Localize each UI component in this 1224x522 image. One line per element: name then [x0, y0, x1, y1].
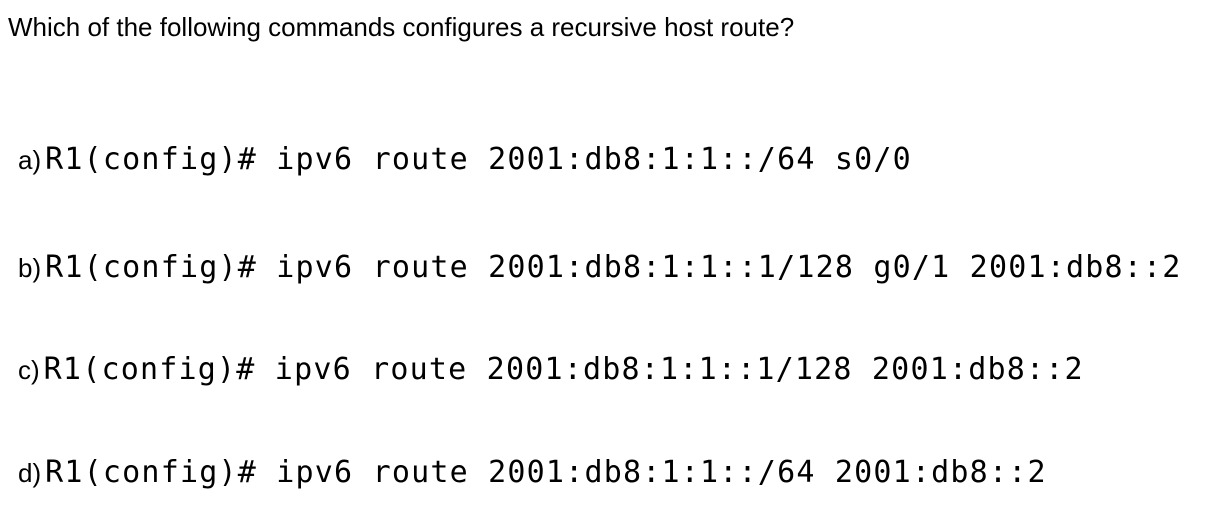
- option-a: a) R1(config)# ipv6 route 2001:db8:1:1::…: [18, 140, 912, 185]
- option-command: R1(config)# ipv6 route 2001:db8:1:1::1/1…: [43, 352, 1084, 387]
- option-command: R1(config)# ipv6 route 2001:db8:1:1::/64…: [45, 455, 1047, 490]
- option-letter: a): [18, 145, 42, 175]
- option-c: c) R1(config)# ipv6 route 2001:db8:1:1::…: [18, 350, 1084, 395]
- option-letter: d): [18, 458, 42, 488]
- option-command: R1(config)# ipv6 route 2001:db8:1:1::/64…: [45, 142, 912, 177]
- option-command: R1(config)# ipv6 route 2001:db8:1:1::1/1…: [45, 250, 1182, 285]
- question-text: Which of the following commands configur…: [8, 12, 795, 42]
- option-letter: b): [18, 253, 42, 283]
- option-letter: c): [18, 355, 40, 385]
- option-d: d) R1(config)# ipv6 route 2001:db8:1:1::…: [18, 453, 1047, 498]
- option-b: b) R1(config)# ipv6 route 2001:db8:1:1::…: [18, 248, 1182, 293]
